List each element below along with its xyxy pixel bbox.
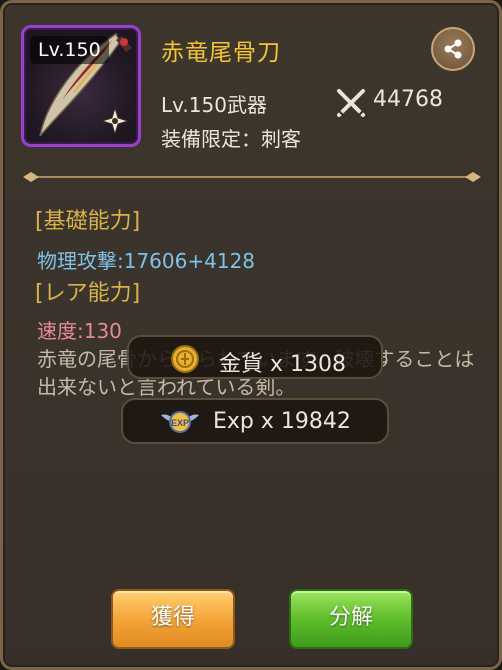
speed-stat: 速度:130 [37, 319, 122, 343]
item-detail-panel: Lv.150 赤竜尾骨刀 Lv.150武器 装備限定：刺客 44768 [基礎能… [0, 0, 502, 670]
assassin-shuriken-icon [100, 106, 130, 136]
exp-reward-label: Exp x 19842 [213, 409, 351, 434]
section-divider [23, 172, 481, 182]
svg-text:EXP: EXP [171, 418, 189, 428]
rare-stats-title: [レア能力] [35, 281, 141, 306]
obtain-button[interactable]: 獲得 [111, 589, 235, 649]
base-stats-title: [基礎能力] [35, 209, 141, 234]
item-icon-frame[interactable]: Lv.150 [21, 25, 141, 147]
gold-reward-label: 金貨 x 1308 [219, 352, 346, 377]
item-level-badge: Lv.150 [30, 36, 109, 64]
exp-reward: EXP Exp x 19842 [121, 398, 389, 444]
exp-wings-icon: EXP [161, 411, 199, 433]
crossed-swords-icon [336, 89, 366, 118]
item-restriction: 装備限定：刺客 [161, 127, 301, 151]
item-type: Lv.150武器 [161, 93, 267, 117]
item-name: 赤竜尾骨刀 [161, 40, 281, 66]
gold-coin-icon [171, 345, 199, 373]
physical-attack-stat: 物理攻撃:17606+4128 [37, 249, 256, 273]
gold-reward: 金貨 x 1308 [127, 335, 383, 379]
power-value: 44768 [373, 87, 443, 112]
dismantle-button[interactable]: 分解 [289, 589, 413, 649]
share-button[interactable] [431, 27, 475, 71]
share-icon [444, 39, 462, 59]
